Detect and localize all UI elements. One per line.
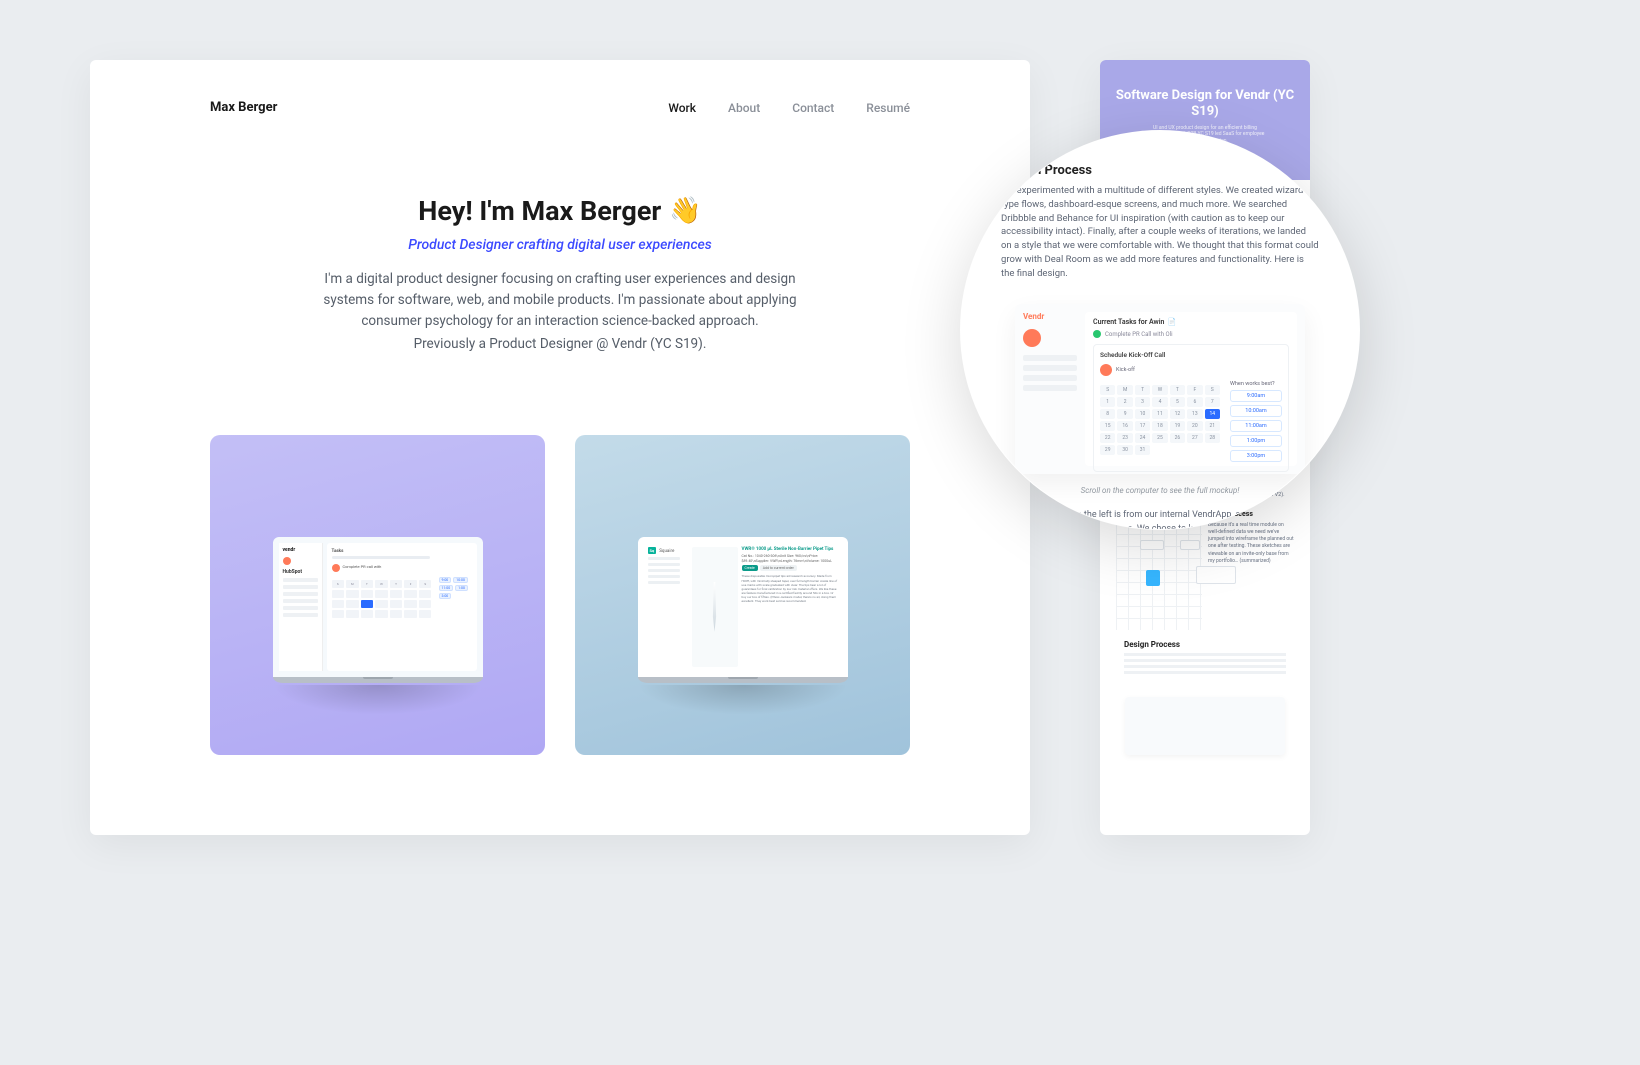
bio-line-1: I'm a digital product designer focusing … bbox=[300, 269, 820, 332]
calendar-day: T bbox=[1135, 385, 1150, 395]
subtitle: Product Designer crafting digital user e… bbox=[190, 237, 930, 253]
mag-caption: Scroll on the computer to see the full m… bbox=[1001, 486, 1319, 495]
calendar-day: 31 bbox=[1135, 445, 1150, 455]
nav-contact[interactable]: Contact bbox=[792, 101, 834, 115]
calendar-day: 30 bbox=[1117, 445, 1132, 455]
checkmark-icon bbox=[1093, 330, 1101, 338]
mini-product-title: VWR® 1000 µL Sterile Non-Barrier Pipet T… bbox=[742, 547, 838, 552]
calendar-day: 25 bbox=[1152, 433, 1167, 443]
nav-about[interactable]: About bbox=[728, 101, 760, 115]
nav-links: Work About Contact Resumé bbox=[668, 101, 910, 115]
calendar-day: 9 bbox=[1117, 409, 1132, 419]
calendar-day: 11 bbox=[1152, 409, 1167, 419]
mini-add-button: Add to current order bbox=[760, 565, 797, 571]
wave-icon: 👋 bbox=[669, 196, 701, 226]
avatar-icon bbox=[332, 564, 340, 572]
project-tile-vendr[interactable]: vendr HubSpot Tasks Complete PR call wit… bbox=[210, 435, 545, 755]
mini-client: HubSpot bbox=[283, 569, 318, 575]
project-tile-ecommerce[interactable]: Sq Squaire VWR® 1000 µL Sterile Non-Barr… bbox=[575, 435, 910, 755]
calendar-day: 15 bbox=[1100, 421, 1115, 431]
calendar-day: 5 bbox=[1170, 397, 1185, 407]
mini-product-desc: These disposable micropipet tips aid res… bbox=[742, 574, 838, 602]
laptop-mock-vendr: vendr HubSpot Tasks Complete PR call wit… bbox=[273, 537, 483, 715]
calendar-day: 20 bbox=[1187, 421, 1202, 431]
mag-brand: Vendr bbox=[1023, 312, 1077, 321]
calendar-day: 16 bbox=[1117, 421, 1132, 431]
avatar-icon bbox=[1100, 364, 1112, 376]
bio: I'm a digital product designer focusing … bbox=[300, 269, 820, 355]
nav-resume[interactable]: Resumé bbox=[866, 101, 910, 115]
calendar: SMTWTFS123456789101112131415161718192021… bbox=[1100, 385, 1220, 455]
calendar-day: 13 bbox=[1187, 409, 1202, 419]
mag-task-title: Current Tasks for Awin bbox=[1093, 318, 1164, 326]
strip-h-process2: Design Process bbox=[1124, 640, 1286, 649]
time-slot: 1:00pm bbox=[1230, 435, 1282, 447]
calendar-day: S bbox=[1100, 385, 1115, 395]
calendar-day: 12 bbox=[1170, 409, 1185, 419]
calendar-day: S bbox=[1205, 385, 1220, 395]
calendar-day: 24 bbox=[1135, 433, 1150, 443]
laptop-screen: Sq Squaire VWR® 1000 µL Sterile Non-Barr… bbox=[638, 537, 848, 677]
calendar-day: 8 bbox=[1100, 409, 1115, 419]
calendar-day: 2 bbox=[1117, 397, 1132, 407]
calendar-day: 23 bbox=[1117, 433, 1132, 443]
calendar-day: 21 bbox=[1205, 421, 1220, 431]
mini-task: Complete PR call with bbox=[343, 564, 382, 572]
nav-work[interactable]: Work bbox=[668, 101, 696, 115]
portfolio-card: Max Berger Work About Contact Resumé Hey… bbox=[90, 60, 1030, 835]
bio-line-2: Previously a Product Designer @ Vendr (Y… bbox=[300, 334, 820, 355]
laptop-screen: vendr HubSpot Tasks Complete PR call wit… bbox=[273, 537, 483, 677]
calendar-day: 1 bbox=[1100, 397, 1115, 407]
page-icon: 📄 bbox=[1167, 318, 1176, 326]
calendar-day: 18 bbox=[1152, 421, 1167, 431]
mag-task-sub: Complete PR Call with Oli bbox=[1105, 331, 1173, 338]
when-label: When works best? bbox=[1230, 381, 1282, 387]
time-slot: 9:00am bbox=[1230, 390, 1282, 402]
calendar-day: 4 bbox=[1152, 397, 1167, 407]
mini-brand-2: Sq bbox=[648, 547, 657, 554]
calendar-day: 28 bbox=[1205, 433, 1220, 443]
brand-home-link[interactable]: Max Berger bbox=[210, 100, 277, 115]
calendar-day: M bbox=[1117, 385, 1132, 395]
calendar-day: 17 bbox=[1135, 421, 1150, 431]
mag-paragraph: We experimented with a multitude of diff… bbox=[1001, 184, 1319, 280]
hero: Hey! I'm Max Berger 👋 Product Designer c… bbox=[90, 195, 1030, 355]
time-slot: 11:00am bbox=[1230, 420, 1282, 432]
mag-paragraph-2: The white navbar on the left is from our… bbox=[1001, 509, 1319, 530]
hubspot-icon bbox=[283, 557, 291, 565]
calendar-day: F bbox=[1187, 385, 1202, 395]
pipet-icon bbox=[711, 582, 719, 632]
calendar-day: 6 bbox=[1187, 397, 1202, 407]
calendar-day: T bbox=[1170, 385, 1185, 395]
calendar-day: 22 bbox=[1100, 433, 1115, 443]
calendar-day: 19 bbox=[1170, 421, 1185, 431]
headline: Hey! I'm Max Berger 👋 bbox=[418, 195, 701, 227]
laptop-mock-ecom: Sq Squaire VWR® 1000 µL Sterile Non-Barr… bbox=[638, 537, 848, 715]
time-slot: 3:00pm bbox=[1230, 450, 1282, 462]
hubspot-icon bbox=[1023, 329, 1041, 347]
mag-heading: Design Process bbox=[1001, 163, 1319, 178]
calendar-day: W bbox=[1152, 385, 1167, 395]
time-slot: 10:00am bbox=[1230, 405, 1282, 417]
mini-product-meta: Cat No.: 1040-260-306\nUnit Size: 960/cs… bbox=[742, 554, 838, 564]
magnifier: Design Process We experimented with a mu… bbox=[960, 130, 1360, 530]
calendar-day: 27 bbox=[1187, 433, 1202, 443]
calendar-day: 26 bbox=[1170, 433, 1185, 443]
mag-mockup: Vendr Current Tasks for Awin 📄 Complete … bbox=[1015, 304, 1305, 474]
mini-create-button: Create bbox=[742, 565, 758, 571]
headline-text: Hey! I'm Max Berger bbox=[418, 195, 661, 227]
strip-mockup-2 bbox=[1125, 697, 1285, 755]
mini-tab: Tasks bbox=[332, 549, 472, 554]
calendar-day: 29 bbox=[1100, 445, 1115, 455]
navbar: Max Berger Work About Contact Resumé bbox=[90, 60, 1030, 115]
calendar-day: 14 bbox=[1205, 409, 1220, 419]
mini-brand: vendr bbox=[283, 547, 318, 553]
calendar-day: 3 bbox=[1135, 397, 1150, 407]
strip-title: Software Design for Vendr (YC S19) bbox=[1110, 88, 1300, 121]
mag-card-title: Schedule Kick-Off Call bbox=[1100, 351, 1282, 359]
calendar-day: 7 bbox=[1205, 397, 1220, 407]
mini-brand-2-name: Squaire bbox=[659, 549, 674, 554]
projects-row: vendr HubSpot Tasks Complete PR call wit… bbox=[90, 435, 1030, 755]
calendar-day: 10 bbox=[1135, 409, 1150, 419]
